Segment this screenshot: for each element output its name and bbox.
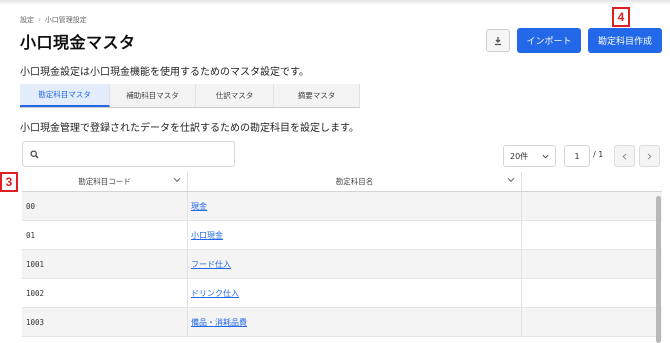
table-header: 勘定科目コード 勘定科目名 (22, 172, 662, 192)
column-header-account-code[interactable]: 勘定科目コード (22, 172, 188, 191)
download-icon (495, 36, 501, 45)
search-icon (30, 150, 39, 158)
tab-summary-master[interactable]: 摘要マスタ (274, 84, 360, 107)
account-name-link[interactable]: 備品・消耗品費 (191, 317, 247, 328)
empty-cell (522, 279, 662, 307)
table-row: 00 現金 (22, 192, 662, 221)
tab-journal-master[interactable]: 仕訳マスタ (196, 84, 274, 107)
account-name-link[interactable]: ドリンク仕入 (191, 288, 239, 299)
account-name-cell: 現金 (188, 192, 522, 220)
chevron-right-icon (647, 152, 652, 160)
tab-bar: 勘定科目マスタ 補助科目マスタ 仕訳マスタ 摘要マスタ (20, 84, 360, 108)
breadcrumb-item-petty-cash-settings[interactable]: 小口管理設定 (45, 15, 87, 25)
per-page-value: 20件 (510, 151, 529, 161)
tab-account-master[interactable]: 勘定科目マスタ (20, 84, 110, 107)
next-page-button[interactable] (639, 145, 660, 167)
account-name-link[interactable]: フード仕入 (191, 259, 231, 270)
chevron-left-icon (622, 152, 627, 160)
account-name-cell: 小口現金 (188, 221, 522, 249)
callout-marker-3: 3 (0, 172, 18, 192)
empty-cell (522, 192, 662, 220)
column-header-empty (522, 172, 662, 191)
top-bar-shadow (0, 0, 670, 5)
table-row: 01 小口現金 (22, 221, 662, 250)
account-name-link[interactable]: 現金 (191, 201, 207, 212)
account-code-cell: 01 (22, 221, 188, 249)
page-number-input[interactable]: 1 (564, 145, 590, 167)
account-table: 勘定科目コード 勘定科目名 00 現金 01 小口現金 1001 フード仕入 1… (22, 172, 662, 337)
chevron-down-icon (507, 177, 515, 183)
breadcrumb-item-settings[interactable]: 設定 (20, 15, 34, 25)
chevron-down-icon (173, 177, 181, 183)
create-account-button[interactable]: 勘定科目作成 (588, 28, 662, 53)
column-header-account-name[interactable]: 勘定科目名 (188, 172, 522, 191)
import-button[interactable]: インポート (517, 28, 581, 53)
column-label-account-code: 勘定科目コード (78, 177, 131, 186)
table-row: 1001 フード仕入 (22, 250, 662, 279)
account-name-cell: フード仕入 (188, 250, 522, 278)
table-scrollbar[interactable] (656, 196, 661, 343)
table-row: 1002 ドリンク仕入 (22, 279, 662, 308)
empty-cell (522, 308, 662, 336)
per-page-select[interactable]: 20件 (503, 145, 556, 167)
download-button[interactable] (486, 29, 510, 52)
breadcrumb: 設定 › 小口管理設定 (20, 15, 87, 25)
page-description: 小口現金設定は小口現金機能を使用するためのマスタ設定です。 (20, 67, 309, 78)
callout-marker-4: 4 (612, 7, 630, 27)
page-title: 小口現金マスタ (20, 33, 136, 52)
section-description: 小口現金管理で登録されたデータを仕訳するための勘定科目を設定します。 (20, 123, 359, 134)
account-code-cell: 1003 (22, 308, 188, 336)
account-code-cell: 00 (22, 192, 188, 220)
account-code-cell: 1001 (22, 250, 188, 278)
account-name-cell: 備品・消耗品費 (188, 308, 522, 336)
column-label-account-name: 勘定科目名 (335, 177, 374, 186)
account-code-cell: 1002 (22, 279, 188, 307)
tab-sub-account-master[interactable]: 補助科目マスタ (110, 84, 196, 107)
empty-cell (522, 250, 662, 278)
previous-page-button[interactable] (614, 145, 635, 167)
account-name-cell: ドリンク仕入 (188, 279, 522, 307)
breadcrumb-separator: › (38, 16, 41, 24)
empty-cell (522, 221, 662, 249)
account-name-link[interactable]: 小口現金 (191, 230, 223, 241)
table-row: 1003 備品・消耗品費 (22, 308, 662, 337)
search-input[interactable] (22, 141, 235, 167)
page-total: / 1 (593, 150, 604, 159)
chevron-down-icon (542, 154, 549, 159)
